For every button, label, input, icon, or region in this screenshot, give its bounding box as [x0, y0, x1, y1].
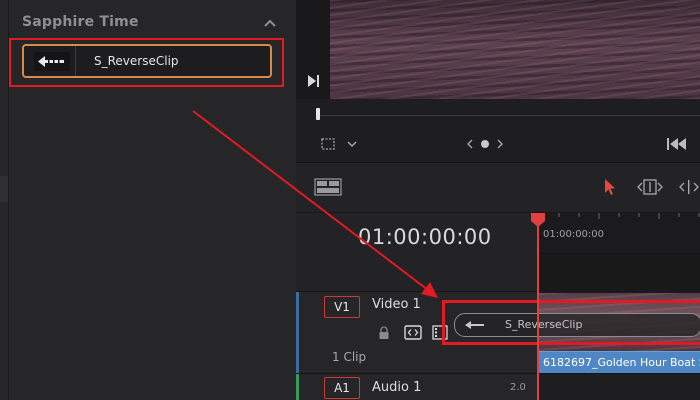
- panel-scroll-marker: [0, 176, 8, 202]
- scrubber-track[interactable]: [320, 115, 700, 116]
- dot-icon[interactable]: [480, 139, 490, 149]
- blade-icon[interactable]: [678, 177, 700, 197]
- scrubber-handle[interactable]: [316, 108, 320, 120]
- timecode-area: 01:00:00:00: [296, 213, 538, 291]
- ruler-ticks: [538, 213, 700, 222]
- viewer-controls: [296, 128, 700, 163]
- viewer-scrubber[interactable]: [296, 100, 700, 128]
- auto-select-icon[interactable]: [404, 325, 422, 340]
- skip-to-start-icon[interactable]: [666, 136, 688, 152]
- chevron-down-icon[interactable]: [346, 138, 358, 150]
- video-track-color-stripe: [296, 292, 299, 374]
- timeline-toolbar: [296, 163, 700, 213]
- effect-highlight-box: [9, 38, 284, 87]
- timeline-layout-icon[interactable]: [314, 178, 342, 196]
- viewer-video-frame: [330, 0, 700, 99]
- video-clip[interactable]: 6182697_Golden Hour Boat Se: [538, 351, 700, 373]
- viewer-side-strip: [296, 0, 330, 99]
- audio-track-lane[interactable]: [538, 373, 700, 400]
- effects-category-header[interactable]: Sapphire Time: [8, 8, 296, 38]
- video-track-clip-count: 1 Clip: [332, 350, 367, 364]
- effects-category-title: Sapphire Time: [22, 14, 139, 30]
- trim-icon[interactable]: [636, 177, 664, 197]
- timeline-ruler[interactable]: 01:00:00:00: [538, 213, 700, 253]
- lock-icon[interactable]: [378, 326, 390, 340]
- ruler-gap: [538, 253, 700, 291]
- drop-target-highlight-box: [442, 300, 700, 345]
- audio-track-level: 2.0: [510, 382, 526, 393]
- track-badge-v1[interactable]: V1: [324, 296, 360, 318]
- viewer-panel: [296, 0, 700, 163]
- chevron-left-icon[interactable]: [464, 138, 476, 150]
- playhead-handle-icon[interactable]: [529, 212, 547, 228]
- play-to-end-icon[interactable]: [308, 74, 320, 88]
- video-track-name[interactable]: Video 1: [372, 297, 421, 312]
- chevron-up-icon[interactable]: [262, 15, 278, 31]
- track-badge-a1[interactable]: A1: [324, 377, 360, 399]
- audio-track-header[interactable]: A1 Audio 1 2.0: [296, 373, 538, 400]
- chevron-right-icon[interactable]: [494, 138, 506, 150]
- audio-track-name[interactable]: Audio 1: [372, 380, 421, 395]
- ruler-timecode-label: 01:00:00:00: [543, 229, 605, 240]
- audio-track-color-stripe: [296, 374, 299, 400]
- video-clip-name: 6182697_Golden Hour Boat Se: [543, 356, 700, 369]
- selection-arrow-icon[interactable]: [602, 177, 618, 197]
- playhead-line[interactable]: [537, 222, 539, 400]
- timecode-display[interactable]: 01:00:00:00: [358, 225, 492, 249]
- frame-select-icon[interactable]: [320, 136, 336, 152]
